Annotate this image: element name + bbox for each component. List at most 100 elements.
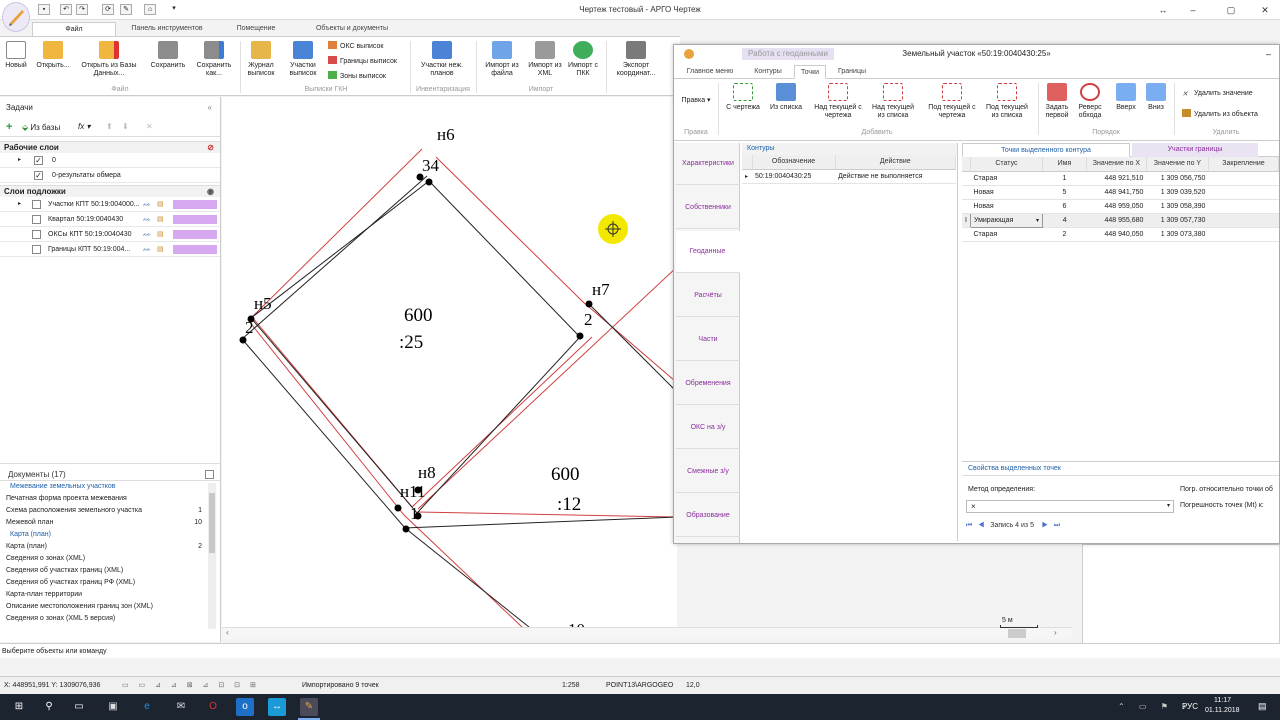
base-layer-row[interactable]: ▸ Участки КПТ 50:19:004000... ᨐ ▤ bbox=[0, 197, 220, 212]
binoculars-icon[interactable]: ᨐ bbox=[143, 212, 151, 227]
side-tab-oks[interactable]: ОКС на з/у bbox=[676, 407, 740, 449]
point-marker[interactable] bbox=[425, 178, 433, 186]
parcels-extracts-button[interactable]: Участки выписок bbox=[286, 41, 320, 78]
move-up-icon[interactable]: ⬆ bbox=[106, 122, 113, 131]
set-first-button[interactable]: Задать первой bbox=[1042, 83, 1072, 120]
point-y-cell[interactable]: 1 309 039,520 bbox=[1146, 185, 1209, 200]
home-icon[interactable]: ⌂ bbox=[144, 4, 156, 15]
redo-icon[interactable]: ↷ bbox=[76, 4, 88, 15]
collapse-icon[interactable]: « bbox=[208, 101, 212, 115]
save-button[interactable]: Сохранить bbox=[148, 41, 188, 70]
method-select[interactable]: × ▾ bbox=[966, 500, 1174, 513]
layer-checkbox[interactable] bbox=[32, 245, 41, 254]
point-status-cell[interactable]: Старая bbox=[970, 171, 1043, 186]
point-marker[interactable] bbox=[239, 336, 247, 344]
zones-extracts-button[interactable]: Зоны выписок bbox=[328, 71, 386, 81]
document-item[interactable]: Печатная форма проекта межевания bbox=[0, 493, 220, 505]
document-item[interactable]: Карта-план территории bbox=[0, 589, 220, 601]
resize-arrows-icon[interactable]: ↔ bbox=[1150, 2, 1176, 18]
argo-taskbar-icon[interactable]: ✎ bbox=[300, 698, 318, 716]
point-status-cell[interactable]: Старая bbox=[970, 227, 1043, 242]
from-list-button[interactable]: Из списка bbox=[766, 83, 806, 112]
side-tab-characteristics[interactable]: Характеристики bbox=[676, 143, 740, 185]
point-fixing-cell[interactable] bbox=[1208, 171, 1279, 186]
language-indicator[interactable]: РУС bbox=[1182, 702, 1198, 711]
export-coords-button[interactable]: Экспорт координат... bbox=[608, 41, 664, 78]
drawing-svg[interactable]: н6 34 н5 2 н7 2 н8 н11 1 10 600 :25 600 … bbox=[222, 97, 677, 627]
binoculars-icon[interactable]: ᨐ bbox=[143, 242, 151, 257]
tray-icons[interactable]: ⌃ ▭ ⚑ ♪ bbox=[1118, 702, 1192, 711]
point-row[interactable]: Старая 1 448 921,510 1 309 056,750 bbox=[962, 171, 1279, 186]
refresh-icon[interactable]: ⟳ bbox=[102, 4, 114, 15]
add-icon[interactable]: + bbox=[6, 121, 12, 133]
side-tab-geodata[interactable]: Геоданные bbox=[676, 231, 740, 273]
edge-icon[interactable]: e bbox=[138, 698, 156, 716]
tab-objects-docs[interactable]: Объекты и документы bbox=[300, 22, 404, 36]
point-y-cell[interactable]: 1 309 073,380 bbox=[1146, 227, 1209, 242]
expand-icon[interactable]: ▸ bbox=[18, 197, 21, 212]
from-db-button[interactable]: ⬙ Из базы bbox=[22, 123, 60, 132]
points-header-name[interactable]: Имя bbox=[1042, 157, 1087, 172]
oks-extracts-button[interactable]: ОКС выписок bbox=[328, 41, 383, 51]
below-from-drawing-button[interactable]: Под текущей с чертежа bbox=[926, 83, 978, 120]
document-item[interactable]: Межевой план 10 bbox=[0, 517, 220, 529]
points-header-y[interactable]: Значение по Y bbox=[1146, 157, 1209, 172]
contour-row[interactable]: ▸ 50:19:0040430:25 Действие не выполняется bbox=[742, 169, 956, 184]
contours-header-action[interactable]: Действие bbox=[835, 155, 957, 170]
point-row[interactable]: I Умирающая ▾ 4 448 955,680 1 309 057,730 bbox=[962, 212, 1279, 228]
tab-points[interactable]: Точки bbox=[794, 65, 826, 79]
work-layer-row[interactable]: ▸ ✓ 0 bbox=[0, 153, 220, 168]
layer-style-icon[interactable]: ▤ bbox=[157, 197, 164, 212]
points-header-fixing[interactable]: Закрепление bbox=[1208, 157, 1280, 172]
point-x-cell[interactable]: 448 940,050 bbox=[1086, 227, 1147, 242]
document-item[interactable]: Сведения об участках границ (XML) bbox=[0, 565, 220, 577]
tab-border-parts[interactable]: Участки границы bbox=[1132, 143, 1258, 157]
expand-icon[interactable]: ▸ bbox=[18, 153, 21, 168]
point-x-cell[interactable]: 448 955,680 bbox=[1086, 213, 1147, 228]
clock-date[interactable]: 01.11.2018 bbox=[1205, 707, 1240, 714]
move-up-button[interactable]: Вверх bbox=[1112, 83, 1140, 112]
reverse-button[interactable]: Реверс обхода bbox=[1074, 83, 1106, 120]
point-marker[interactable] bbox=[576, 332, 584, 340]
contour-cell[interactable]: Действие не выполняется bbox=[835, 169, 956, 184]
import-file-button[interactable]: Импорт из файла bbox=[480, 41, 524, 78]
point-fixing-cell[interactable] bbox=[1208, 213, 1279, 228]
point-name-cell[interactable]: 5 bbox=[1042, 185, 1087, 200]
import-pkk-button[interactable]: Импорт с ПКК bbox=[566, 41, 600, 78]
point-fixing-cell[interactable] bbox=[1208, 227, 1279, 242]
search-icon[interactable]: ⚲ bbox=[40, 698, 58, 716]
outlook-icon[interactable]: o bbox=[236, 698, 254, 716]
close-icon[interactable]: ✕ bbox=[1252, 2, 1278, 18]
document-item[interactable]: Сведения об участках границ РФ (XML) bbox=[0, 577, 220, 589]
status-scale[interactable]: 1:258 bbox=[562, 677, 580, 695]
point-row[interactable]: Новая 6 448 959,050 1 309 058,390 bbox=[962, 199, 1279, 214]
undo-icon[interactable]: ↶ bbox=[60, 4, 72, 15]
layer-checkbox[interactable] bbox=[32, 230, 41, 239]
tab-borders[interactable]: Границы bbox=[832, 65, 872, 79]
tab-contours[interactable]: Контуры bbox=[748, 65, 788, 79]
point-status-cell[interactable]: Новая bbox=[970, 185, 1043, 200]
document-item[interactable]: Схема расположения земельного участка 1 bbox=[0, 505, 220, 517]
point-x-cell[interactable]: 448 959,050 bbox=[1086, 199, 1147, 214]
open-from-db-button[interactable]: Открыть из Базы Данных... bbox=[80, 41, 138, 78]
base-layer-row[interactable]: Границы КПТ 50:19:004... ᨐ ▤ bbox=[0, 242, 220, 257]
side-tab-calculations[interactable]: Расчёты bbox=[676, 275, 740, 317]
canvas-horizontal-scrollbar[interactable]: ‹ 5 м › bbox=[222, 617, 1072, 639]
point-marker[interactable] bbox=[402, 525, 410, 533]
app-logo-icon[interactable] bbox=[2, 2, 30, 32]
tools-icon[interactable]: ✎ bbox=[120, 4, 132, 15]
tab-main-menu[interactable]: Главное меню bbox=[680, 65, 740, 79]
point-y-cell[interactable]: 1 309 056,750 bbox=[1146, 171, 1209, 186]
layer-checkbox[interactable]: ✓ bbox=[34, 156, 43, 165]
point-status-cell[interactable]: Новая bbox=[970, 199, 1043, 214]
document-item[interactable]: Сведения о зонах (XML) bbox=[0, 553, 220, 565]
layer-color-swatch[interactable] bbox=[173, 215, 217, 224]
dialog-minimize-icon[interactable]: – bbox=[1266, 45, 1271, 63]
tab-contour-points[interactable]: Точки выделенного контура bbox=[962, 143, 1130, 157]
point-y-cell[interactable]: 1 309 057,730 bbox=[1146, 213, 1209, 228]
first-record-icon[interactable]: ⏮ bbox=[966, 522, 972, 529]
point-fixing-cell[interactable] bbox=[1208, 199, 1279, 214]
base-layer-row[interactable]: Квартал 50:19:0040430 ᨐ ▤ bbox=[0, 212, 220, 227]
documents-group[interactable]: Карта (план) bbox=[0, 529, 220, 541]
task-view-icon[interactable]: ▭ bbox=[70, 698, 88, 716]
